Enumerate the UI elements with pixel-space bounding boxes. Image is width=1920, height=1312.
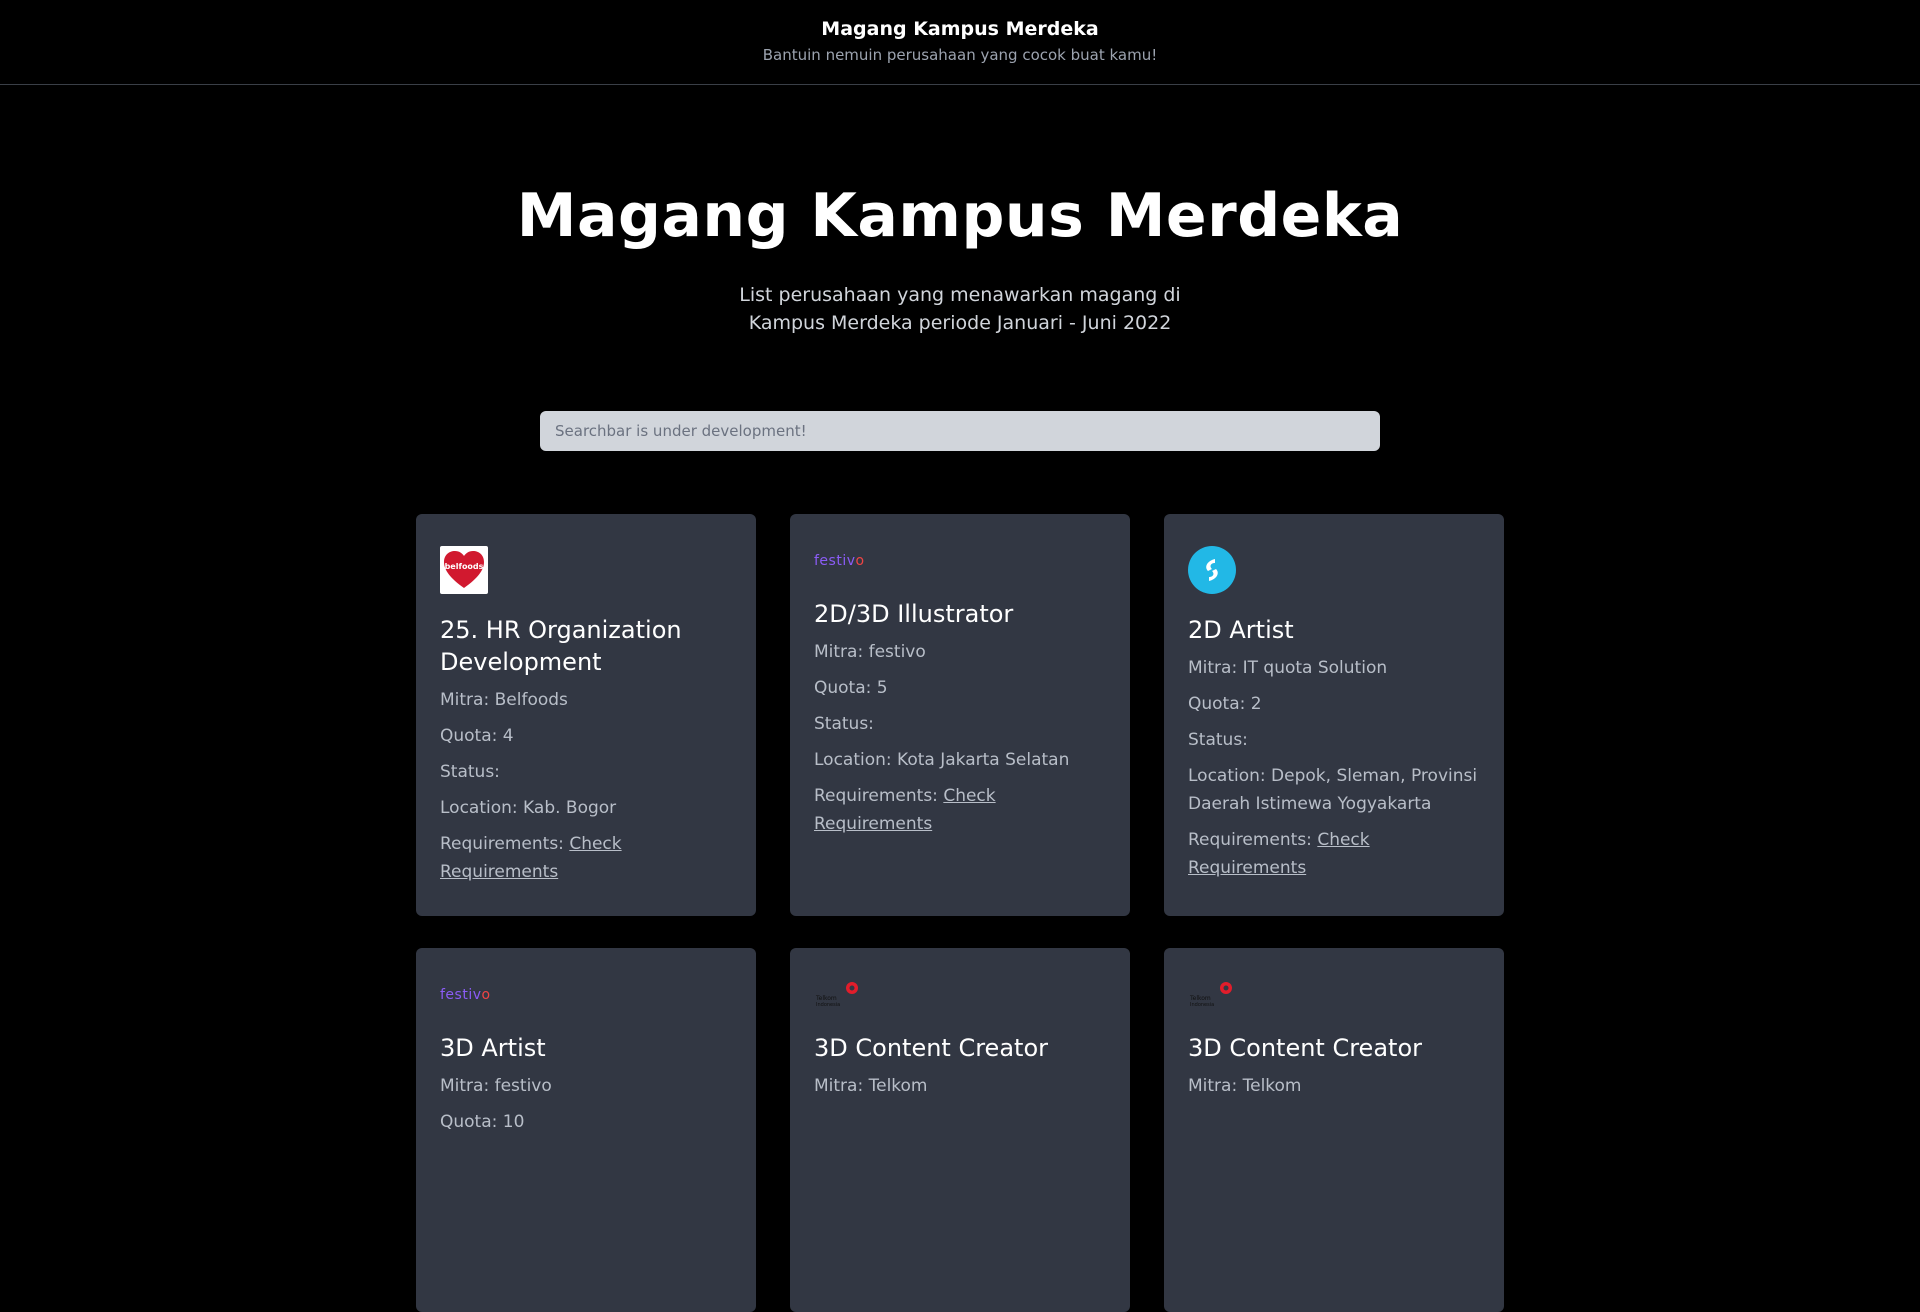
company-card: festivo 3D Artist Mitra: festivo Quota: …: [416, 948, 756, 1312]
card-location: Location: Kab. Bogor: [440, 798, 617, 818]
svg-text:Indonesia: Indonesia: [1190, 1002, 1214, 1008]
card-requirements: Requirements: Check Requirements: [440, 834, 622, 882]
company-logo: belfoods: [440, 546, 732, 594]
svg-text:Telkom: Telkom: [1189, 995, 1211, 1002]
card-mitra: Mitra: Telkom: [814, 1076, 928, 1096]
card-status: Status:: [814, 714, 874, 734]
company-logo: festivo: [440, 980, 732, 1010]
company-card: 2D Artist Mitra: IT quota Solution Quota…: [1164, 514, 1504, 916]
card-mitra: Mitra: Telkom: [1188, 1076, 1302, 1096]
navbar-tagline: Bantuin nemuin perusahaan yang cocok bua…: [762, 46, 1158, 64]
search-input[interactable]: [540, 411, 1380, 451]
telkom-logo: Telkom Indonesia: [1188, 980, 1234, 1010]
card-quota: Quota: 5: [814, 678, 888, 698]
page-title: Magang Kampus Merdeka: [516, 181, 1404, 251]
it-quota-logo: [1188, 546, 1236, 594]
card-title: 2D Artist: [1188, 616, 1294, 644]
card-location: Location: Kota Jakarta Selatan: [814, 750, 1070, 770]
card-quota: Quota: 2: [1188, 694, 1262, 714]
card-mitra: Mitra: IT quota Solution: [1188, 658, 1388, 678]
card-title: 3D Content Creator: [1188, 1034, 1422, 1062]
company-card-grid: belfoods 25. HR Organization Development…: [416, 514, 1504, 1312]
navbar-brand[interactable]: Magang Kampus Merdeka: [821, 18, 1098, 40]
card-title: 3D Content Creator: [814, 1034, 1048, 1062]
top-navbar: Magang Kampus Merdeka Bantuin nemuin per…: [0, 0, 1920, 85]
company-card: Telkom Indonesia 3D Content Creator Mitr…: [1164, 948, 1504, 1312]
company-logo: Telkom Indonesia: [814, 980, 1106, 1010]
festivo-logo: festivo: [814, 553, 865, 569]
card-title: 3D Artist: [440, 1034, 546, 1062]
company-logo: [1188, 546, 1480, 594]
company-logo: festivo: [814, 546, 1106, 576]
search-container: [0, 411, 1920, 451]
svg-text:Indonesia: Indonesia: [816, 1002, 840, 1008]
card-mitra: Mitra: festivo: [440, 1076, 552, 1096]
card-status: Status:: [1188, 730, 1248, 750]
company-card: belfoods 25. HR Organization Development…: [416, 514, 756, 916]
card-title: 2D/3D Illustrator: [814, 600, 1014, 628]
card-location: Location: Depok, Sleman, Provinsi Daerah…: [1188, 766, 1478, 814]
card-requirements: Requirements: Check Requirements: [814, 786, 996, 834]
card-mitra: Mitra: Belfoods: [440, 690, 568, 710]
festivo-logo: festivo: [440, 987, 491, 1003]
company-card: Telkom Indonesia 3D Content Creator Mitr…: [790, 948, 1130, 1312]
company-card: festivo 2D/3D Illustrator Mitra: festivo…: [790, 514, 1130, 916]
telkom-logo: Telkom Indonesia: [814, 980, 860, 1010]
card-mitra: Mitra: festivo: [814, 642, 926, 662]
card-status: Status:: [440, 762, 500, 782]
belfoods-logo: belfoods: [440, 546, 488, 594]
card-quota: Quota: 4: [440, 726, 514, 746]
svg-text:Telkom: Telkom: [815, 995, 837, 1002]
svg-text:belfoods: belfoods: [445, 562, 484, 571]
company-logo: Telkom Indonesia: [1188, 980, 1480, 1010]
card-quota: Quota: 10: [440, 1112, 525, 1132]
card-requirements: Requirements: Check Requirements: [1188, 830, 1370, 878]
card-title: 25. HR Organization Development: [440, 616, 682, 676]
hero-section: Magang Kampus Merdeka List perusahaan ya…: [0, 181, 1920, 337]
page-subtitle: List perusahaan yang menawarkan magang d…: [739, 284, 1181, 334]
